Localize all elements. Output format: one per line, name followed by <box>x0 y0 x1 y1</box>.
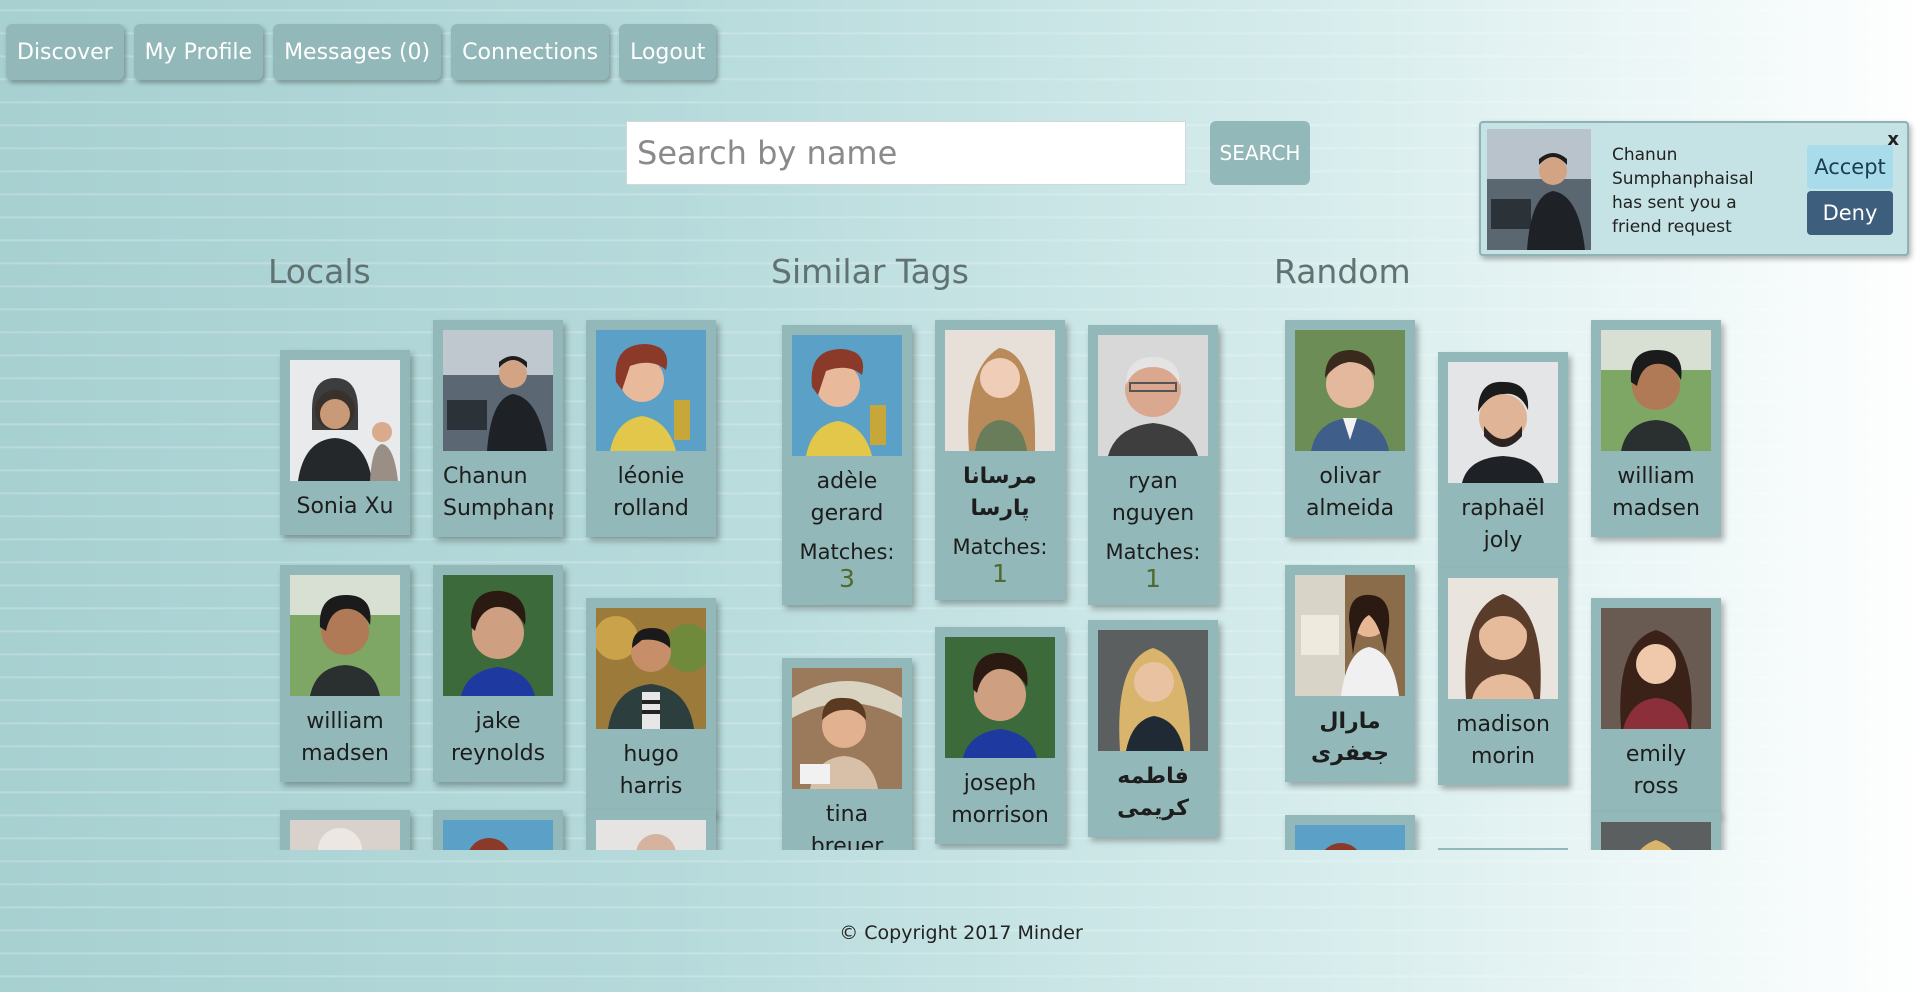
profile-name: william madsen <box>301 709 389 766</box>
profile-photo <box>1601 330 1711 451</box>
nav-discover-button[interactable]: Discover <box>6 24 124 80</box>
profile-card[interactable] <box>586 810 716 850</box>
profile-name: adèle gerard <box>810 469 884 526</box>
match-count: Matches: 3 <box>799 540 895 593</box>
profile-card[interactable]: olivar almeida <box>1285 320 1415 537</box>
profile-photo <box>1098 335 1208 456</box>
section-title-locals: Locals <box>268 252 371 291</box>
profile-photo <box>1601 822 1711 850</box>
profile-card[interactable]: tina breuer <box>782 658 912 850</box>
profile-photo <box>443 575 553 696</box>
profile-name: william madsen <box>1612 464 1700 521</box>
notification-message: Chanun Sumphanphaisal has sent you a fri… <box>1612 145 1754 237</box>
section-title-similar-tags: Similar Tags <box>771 252 969 291</box>
deny-button[interactable]: Deny <box>1807 191 1893 235</box>
profile-photo <box>596 608 706 729</box>
search-field <box>626 121 1186 185</box>
profile-card[interactable]: مارال جعفری <box>1285 565 1415 782</box>
profile-photo <box>945 330 1055 451</box>
profile-card[interactable]: raphaël joly <box>1438 352 1568 569</box>
profile-card[interactable]: adèle gerard Matches: 3 <box>782 325 912 605</box>
profile-photo <box>792 335 902 456</box>
profile-name: فاطمه کریمی <box>1117 764 1189 821</box>
profile-photo <box>290 360 400 481</box>
profile-name: Chanun Sumphanphaisal <box>443 464 553 521</box>
section-title-random: Random <box>1274 252 1411 291</box>
profile-name: olivar almeida <box>1305 464 1395 521</box>
profile-name: madison morin <box>1456 712 1550 769</box>
profile-card[interactable]: emily ross <box>1591 598 1721 815</box>
friend-request-notification: Chanun Sumphanphaisal has sent you a fri… <box>1479 121 1909 256</box>
profile-card[interactable]: مرسانا پارسا Matches: 1 <box>935 320 1065 600</box>
profile-name: emily ross <box>1625 742 1687 799</box>
profile-card[interactable]: hugo harris <box>586 598 716 815</box>
requester-avatar <box>1487 129 1591 250</box>
profile-card[interactable]: Sonia Xu <box>280 350 410 535</box>
profile-name: raphaël joly <box>1461 496 1545 553</box>
profile-card[interactable] <box>1438 848 1568 850</box>
profile-photo <box>596 330 706 451</box>
profile-card[interactable]: ryan nguyen Matches: 1 <box>1088 325 1218 605</box>
profile-photo <box>1098 630 1208 751</box>
profile-name: tina breuer <box>810 802 884 850</box>
profile-card[interactable]: joseph morrison <box>935 627 1065 844</box>
profile-photo <box>1601 608 1711 729</box>
profile-photo <box>443 330 553 451</box>
profile-photo <box>596 820 706 850</box>
match-count: Matches: 1 <box>952 535 1048 588</box>
accept-button[interactable]: Accept <box>1807 145 1893 189</box>
nav-my-profile-button[interactable]: My Profile <box>133 24 264 80</box>
profile-photo <box>1448 578 1558 699</box>
match-count: Matches: 1 <box>1105 540 1201 593</box>
nav-messages-button[interactable]: Messages (0) <box>273 24 442 80</box>
profile-grid: Sonia Xu Chanun Sumphanphaisal léonie ro… <box>0 300 1922 850</box>
profile-photo <box>792 668 902 789</box>
profile-name: hugo harris <box>619 742 683 799</box>
search-button[interactable]: SEARCH <box>1210 121 1310 185</box>
profile-card[interactable]: jake reynolds <box>433 565 563 782</box>
profile-name: léonie rolland <box>613 464 689 521</box>
profile-card[interactable] <box>1591 812 1721 850</box>
profile-photo <box>1295 575 1405 696</box>
nav-logout-button[interactable]: Logout <box>619 24 717 80</box>
footer-copyright: © Copyright 2017 Minder <box>839 922 1083 944</box>
profile-name: joseph morrison <box>951 771 1049 828</box>
profile-card[interactable]: madison morin <box>1438 568 1568 785</box>
top-nav: Discover My Profile Messages (0) Connect… <box>6 24 717 80</box>
profile-card[interactable] <box>1285 815 1415 850</box>
nav-connections-button[interactable]: Connections <box>451 24 610 80</box>
profile-name: jake reynolds <box>450 709 546 766</box>
profile-card[interactable]: léonie rolland <box>586 320 716 537</box>
profile-photo <box>1295 330 1405 451</box>
profile-photo <box>290 820 400 850</box>
profile-card[interactable]: william madsen <box>280 565 410 782</box>
profile-name: مرسانا پارسا <box>963 464 1037 521</box>
profile-card[interactable]: فاطمه کریمی <box>1088 620 1218 837</box>
profile-card[interactable]: Chanun Sumphanphaisal <box>433 320 563 537</box>
profile-photo <box>1448 362 1558 483</box>
profile-name: ryan nguyen <box>1111 469 1195 526</box>
profile-photo <box>443 820 553 850</box>
search-input[interactable] <box>635 133 1185 173</box>
profile-card[interactable] <box>433 810 563 850</box>
profile-card[interactable]: william madsen <box>1591 320 1721 537</box>
profile-photo <box>945 637 1055 758</box>
profile-name: Sonia Xu <box>296 494 394 519</box>
profile-photo <box>290 575 400 696</box>
profile-photo <box>1295 825 1405 850</box>
profile-name: مارال جعفری <box>1311 709 1389 766</box>
profile-card[interactable] <box>280 810 410 850</box>
